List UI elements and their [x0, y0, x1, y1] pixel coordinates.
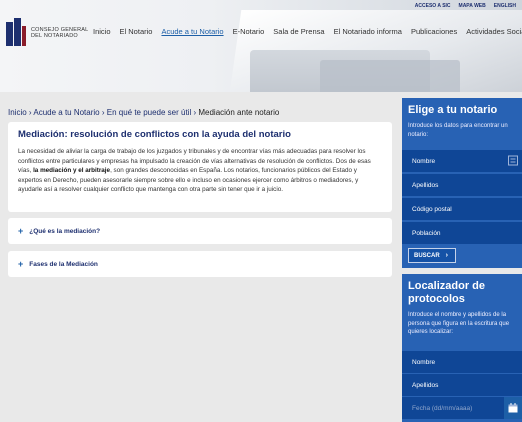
protocol-locator-panel: Localizador de protocolos Introduce el n…	[402, 274, 522, 422]
locator-intro: Introduce el nombre y apellidos de la pe…	[408, 312, 510, 335]
locator-name-input[interactable]: Nombre	[402, 351, 522, 373]
locator-surname-input[interactable]: Apellidos	[402, 374, 522, 396]
search-button[interactable]: BUSCAR ›	[408, 248, 456, 263]
nav-item-publicaciones[interactable]: Publicaciones	[411, 27, 457, 36]
accordion-item-que-es[interactable]: + ¿Qué es la mediación?	[8, 218, 392, 244]
nav-item-informa[interactable]: El Notariado informa	[334, 27, 402, 36]
breadcrumb-separator: ›	[99, 108, 107, 117]
nav-item-e-notario[interactable]: E-Notario	[233, 27, 265, 36]
accordion-item-fases[interactable]: + Fases de la Mediación	[8, 251, 392, 277]
arrow-right-icon: ›	[445, 252, 449, 259]
nav-item-acude[interactable]: Acude a tu Notario	[161, 27, 223, 36]
plus-icon: +	[18, 226, 24, 236]
notary-finder-panel: Elige a tu notario Introduce los datos p…	[402, 98, 522, 268]
main-nav: Inicio El Notario Acude a tu Notario E-N…	[93, 27, 522, 36]
utility-links: ACCESO A SIC MAPA WEB ENGLISH	[415, 3, 516, 9]
locator-title: Localizador de protocolos	[408, 280, 486, 305]
nav-item-inicio[interactable]: Inicio	[93, 27, 111, 36]
accordion-label: ¿Qué es la mediación?	[29, 227, 101, 235]
utility-link-sitemap[interactable]: MAPA WEB	[459, 3, 486, 9]
nav-item-sala-prensa[interactable]: Sala de Prensa	[273, 27, 324, 36]
article-card: Mediación: resolución de conflictos con …	[8, 122, 392, 212]
header-banner-image	[320, 60, 460, 92]
finder-intro: Introduce los datos para encontrar un no…	[408, 123, 508, 138]
finder-zip-input[interactable]: Código postal	[402, 198, 522, 220]
breadcrumb-item-inicio[interactable]: Inicio	[8, 108, 27, 117]
utility-link-english[interactable]: ENGLISH	[494, 3, 516, 9]
finder-city-input[interactable]: Población	[402, 222, 522, 244]
utility-link-sic[interactable]: ACCESO A SIC	[415, 3, 451, 9]
breadcrumb-item-current: Mediación ante notario	[198, 108, 280, 117]
article-body: La necesidad de aliviar la carga de trab…	[18, 148, 371, 193]
breadcrumb-item-util[interactable]: En qué te puede ser útil	[107, 108, 192, 117]
calendar-icon[interactable]	[504, 397, 522, 419]
finder-title: Elige a tu notario	[408, 104, 498, 116]
list-icon[interactable]	[508, 155, 518, 166]
site-logo[interactable]: CONSEJO GENERAL DEL NOTARIADO	[6, 18, 88, 48]
finder-name-input[interactable]: Nombre	[402, 150, 522, 172]
nav-item-el-notario[interactable]: El Notario	[120, 27, 153, 36]
breadcrumb-item-acude[interactable]: Acude a tu Notario	[33, 108, 99, 117]
locator-date-input[interactable]: Fecha (dd/mm/aaaa)	[402, 397, 522, 419]
accordion-label: Fases de la Mediación	[29, 260, 98, 268]
breadcrumb: Inicio › Acude a tu Notario › En qué te …	[8, 108, 279, 117]
logo-mark-icon	[6, 18, 26, 48]
article-emphasis: la mediación y el arbitraje	[33, 167, 111, 174]
finder-surname-input[interactable]: Apellidos	[402, 174, 522, 196]
site-header: CONSEJO GENERAL DEL NOTARIADO ACCESO A S…	[0, 0, 522, 92]
logo-text: CONSEJO GENERAL DEL NOTARIADO	[31, 26, 89, 40]
plus-icon: +	[18, 259, 24, 269]
nav-item-actividades[interactable]: Actividades Sociales	[466, 27, 522, 36]
article-title: Mediación: resolución de conflictos con …	[18, 129, 291, 140]
sidebar: Elige a tu notario Introduce los datos p…	[402, 98, 522, 422]
